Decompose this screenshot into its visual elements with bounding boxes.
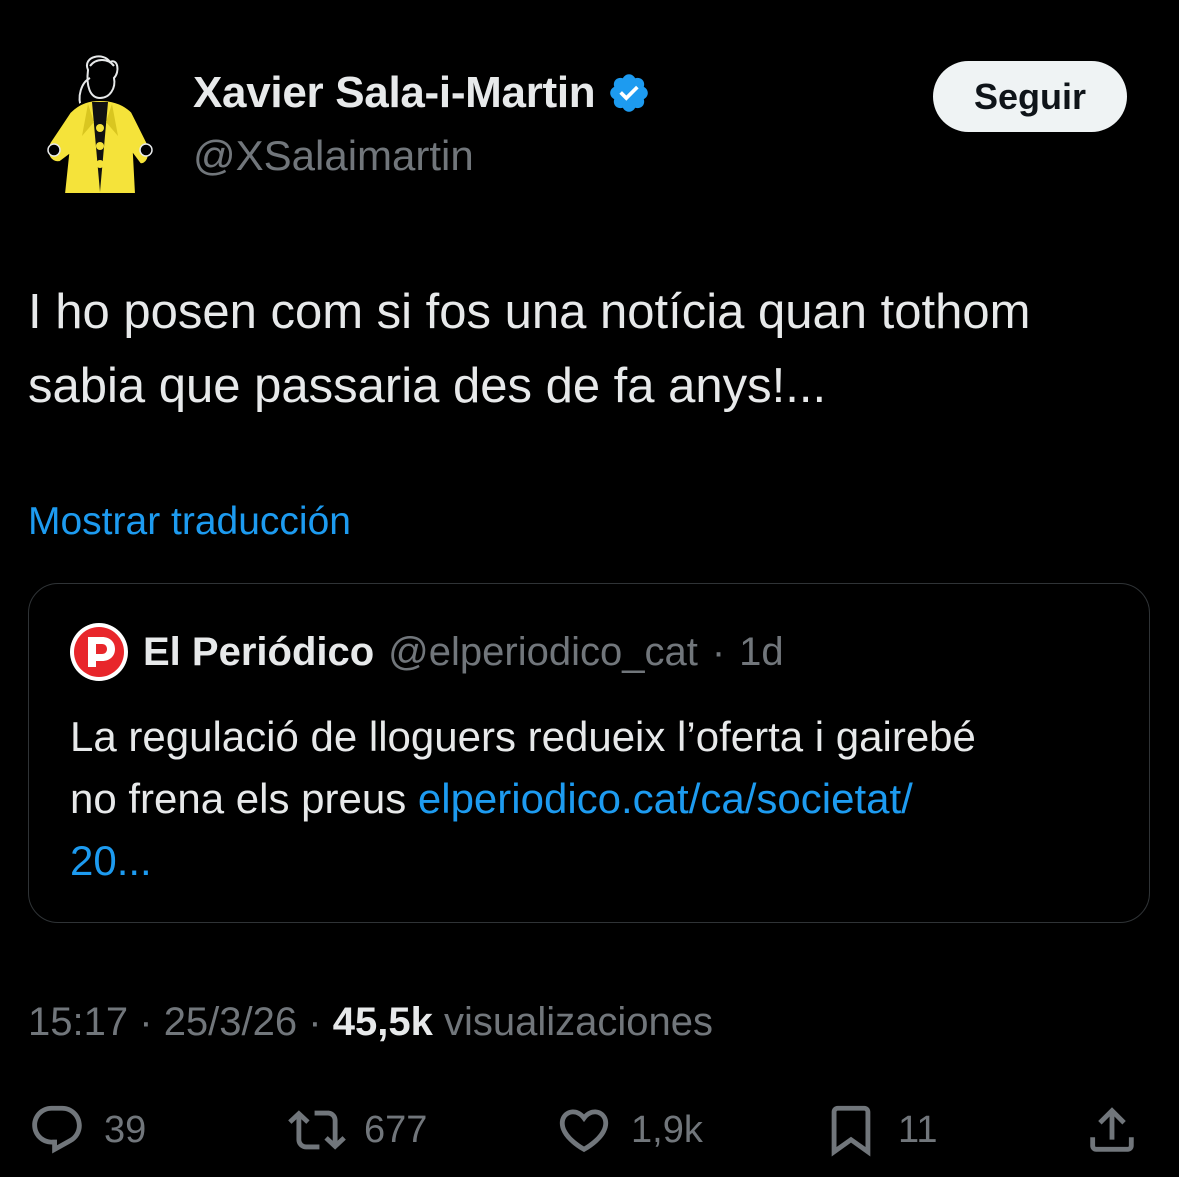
show-translation-link[interactable]: Mostrar traducción: [28, 500, 351, 544]
tweet-actions: 39 677 1,9k 11: [0, 1095, 1179, 1165]
bookmark-icon: [831, 1105, 871, 1157]
quoted-tweet-header: El Periódico @elperiodico_cat · 1d: [69, 622, 784, 682]
heart-icon: [559, 1109, 609, 1153]
tweet-text-line: I ho posen com si fos una notícia quan t…: [28, 285, 1031, 339]
reply-count: 39: [104, 1108, 147, 1151]
quoted-text-line: no frena els preus elperiodico.cat/ca/so…: [70, 768, 1120, 830]
quoted-article-link-continued[interactable]: 20...: [70, 830, 1120, 892]
quoted-tweet-age: 1d: [739, 629, 784, 674]
reply-button[interactable]: 39: [28, 1095, 146, 1165]
views-label: visualizaciones: [443, 1000, 713, 1044]
quoted-author-name: El Periódico: [143, 629, 375, 674]
el-periodico-logo-icon: [70, 623, 128, 681]
bookmark-button[interactable]: 11: [822, 1095, 937, 1165]
quoted-tweet-text: La regulació de lloguers redueix l’ofert…: [70, 706, 1120, 892]
quoted-author-handle: @elperiodico_cat: [388, 629, 698, 674]
tweet-time[interactable]: 15:17: [28, 1000, 128, 1044]
share-icon: [1090, 1107, 1134, 1152]
reply-icon: [32, 1105, 82, 1154]
repost-button[interactable]: 677: [288, 1095, 427, 1165]
share-button[interactable]: [1083, 1095, 1141, 1165]
tweet-text: I ho posen com si fos una notícia quan t…: [28, 275, 1158, 423]
tweet-detail: Xavier Sala-i-Martin @XSalaimartin Segui…: [0, 0, 1179, 1177]
author-name-row: Xavier Sala-i-Martin: [193, 68, 651, 118]
tweet-meta: 15:17 · 25/3/26 · 45,5k visualizaciones: [28, 1000, 713, 1045]
quoted-separator: ·: [711, 629, 726, 674]
tweet-text-line: sabia que passaria des de fa anys!...: [28, 359, 827, 413]
verified-badge-icon: [610, 74, 649, 112]
views-count: 45,5k: [332, 1000, 433, 1044]
repost-count: 677: [364, 1108, 428, 1151]
quoted-tweet-card[interactable]: El Periódico @elperiodico_cat · 1d La re…: [28, 583, 1150, 923]
author-handle[interactable]: @XSalaimartin: [193, 132, 474, 180]
author-avatar[interactable]: [30, 52, 170, 202]
quoted-text-segment: no frena els preus: [70, 775, 418, 822]
author-display-name[interactable]: Xavier Sala-i-Martin: [193, 68, 596, 118]
meta-separator: ·: [308, 1000, 322, 1044]
like-count: 1,9k: [631, 1108, 703, 1151]
quoted-article-link[interactable]: elperiodico.cat/ca/societat/: [418, 775, 913, 822]
follow-button[interactable]: Seguir: [933, 61, 1127, 132]
tweet-date[interactable]: 25/3/26: [164, 1000, 297, 1044]
like-button[interactable]: 1,9k: [555, 1095, 703, 1165]
meta-separator: ·: [139, 1000, 153, 1044]
repost-icon: [288, 1110, 346, 1150]
bookmark-count: 11: [898, 1108, 938, 1151]
quoted-text-line: La regulació de lloguers redueix l’ofert…: [70, 713, 976, 760]
